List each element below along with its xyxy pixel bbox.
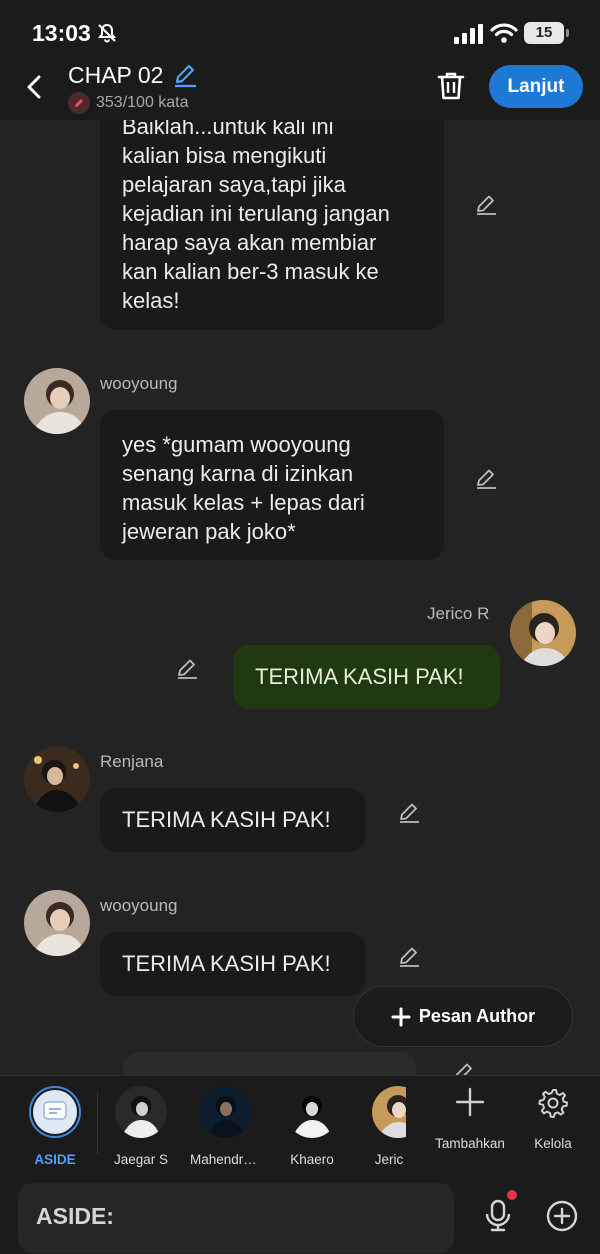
edit-message-icon[interactable] [452, 1060, 476, 1075]
word-count: 353/100 kata [68, 92, 189, 114]
edit-message-icon[interactable] [397, 800, 421, 824]
status-time: 13:03 [32, 20, 91, 46]
character-bar: ASIDE Jaegar S Mahendra... Khaero Jeric … [0, 1075, 600, 1173]
battery-level: 15 [535, 24, 553, 41]
manage-characters-button[interactable]: Kelola [524, 1086, 582, 1151]
battery-indicator: 15 [524, 22, 569, 44]
plus-icon [391, 1007, 411, 1026]
character-name: ASIDE [34, 1152, 76, 1167]
message-line: kejadian ini terulang jangan [122, 201, 390, 226]
author-message-button[interactable]: Pesan Author [353, 986, 573, 1047]
editor-header: CHAP 02 353/100 kata Lanjut [0, 62, 600, 120]
message-line: pelajaran saya,tapi jika [122, 172, 346, 197]
aside-icon [43, 1101, 67, 1120]
message-line: kalian bisa mengikuti [122, 143, 327, 168]
avatar-renjana[interactable] [24, 746, 90, 812]
message-bubble[interactable]: yes *gumam wooyoung senang karna di izin… [100, 410, 444, 560]
message-line: jeweran pak joko* [122, 519, 296, 544]
character-name: Jaegar S [113, 1152, 169, 1167]
edit-message-icon[interactable] [175, 656, 199, 680]
recording-dot [507, 1190, 517, 1200]
status-bar: 13:03 15 [0, 0, 600, 62]
character-jaegar[interactable]: Jaegar S [105, 1086, 177, 1167]
message-bubble[interactable]: Baiklah...untuk kali ini kalian bisa men… [100, 120, 444, 330]
microphone-icon[interactable] [482, 1199, 514, 1233]
edit-message-icon[interactable] [474, 192, 498, 216]
message-line: Baiklah...untuk kali ini [122, 120, 334, 139]
avatar-wooyoung[interactable] [24, 890, 90, 956]
add-character-button[interactable]: Tambahkan [432, 1086, 508, 1151]
signal-icon [454, 24, 483, 44]
sender-name: wooyoung [100, 374, 178, 393]
author-message-label: Pesan Author [418, 1006, 536, 1026]
input-speaker-label: ASIDE: [36, 1203, 114, 1229]
word-count-text: 353/100 kata [96, 94, 189, 111]
bell-muted-icon [97, 23, 117, 43]
message-bubble[interactable] [123, 1052, 416, 1075]
trash-icon[interactable] [436, 70, 466, 102]
message-bubble[interactable]: TERIMA KASIH PAK! [100, 788, 365, 852]
pencil-icon[interactable] [172, 62, 198, 88]
character-name: Jeric [374, 1152, 404, 1167]
divider [97, 1092, 98, 1154]
sender-name: Jerico R [427, 604, 490, 623]
message-bubble-own[interactable]: TERIMA KASIH PAK! [233, 645, 500, 709]
message-text: TERIMA KASIH PAK! [255, 664, 464, 689]
pencil-icon [68, 92, 90, 114]
sender-name: Renjana [100, 752, 164, 771]
message-line: harap saya akan membiar [122, 230, 377, 255]
message-text: TERIMA KASIH PAK! [122, 807, 331, 832]
message-line: yes *gumam wooyoung [122, 432, 351, 457]
chat-area[interactable]: Baiklah...untuk kali ini kalian bisa men… [0, 120, 600, 1075]
character-khaero[interactable]: Khaero [276, 1086, 348, 1167]
message-text: TERIMA KASIH PAK! [122, 951, 331, 976]
character-mahendra[interactable]: Mahendra... [190, 1086, 262, 1167]
gear-icon [538, 1089, 568, 1118]
sender-name: wooyoung [100, 896, 178, 915]
manage-characters-label: Kelola [534, 1136, 572, 1151]
character-jerico[interactable]: Jeric [362, 1086, 406, 1167]
avatar-wooyoung[interactable] [24, 368, 90, 434]
input-bar: ASIDE: [0, 1173, 600, 1254]
next-button[interactable]: Lanjut [489, 65, 583, 108]
edit-message-icon[interactable] [474, 466, 498, 490]
message-line: kelas! [122, 288, 180, 313]
plus-icon [455, 1087, 485, 1117]
character-aside[interactable]: ASIDE [19, 1086, 91, 1167]
wifi-icon [490, 23, 518, 43]
message-input[interactable]: ASIDE: [18, 1183, 454, 1253]
chapter-title[interactable]: CHAP 02 [68, 62, 163, 89]
add-circle-icon[interactable] [545, 1199, 579, 1233]
character-name: Mahendra... [190, 1152, 262, 1167]
character-name: Khaero [290, 1152, 334, 1167]
edit-message-icon[interactable] [397, 944, 421, 968]
message-line: senang karna di izinkan [122, 461, 354, 486]
message-bubble[interactable]: TERIMA KASIH PAK! [100, 932, 365, 996]
avatar-jerico[interactable] [510, 600, 576, 666]
message-line: masuk kelas + lepas dari [122, 490, 365, 515]
back-arrow-icon[interactable] [18, 70, 52, 104]
message-line: kan kalian ber-3 masuk ke [122, 259, 379, 284]
add-character-label: Tambahkan [435, 1136, 505, 1151]
